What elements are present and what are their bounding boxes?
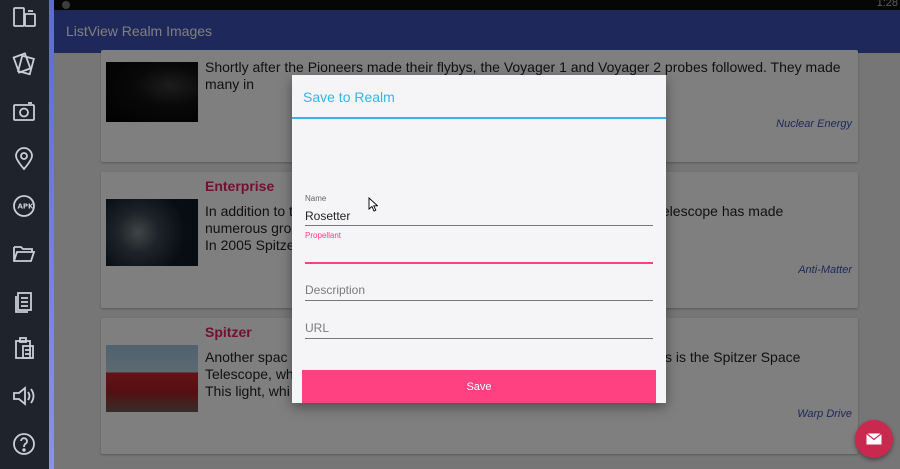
url-underline [305,338,653,339]
save-button[interactable]: Save [302,370,656,403]
help-icon[interactable] [8,428,40,460]
dialog-title: Save to Realm [303,89,395,105]
device-screen: 1:28 ListView Realm Images Shortly after… [54,0,900,469]
description-field[interactable]: Description [305,280,653,304]
emulator-toolbar: APK [0,0,49,469]
apk-install-icon[interactable]: APK [8,190,40,222]
paste-icon[interactable] [8,332,40,364]
rotate-screen-icon[interactable] [8,2,40,34]
mail-icon [866,433,882,445]
location-icon[interactable] [8,143,40,175]
svg-text:APK: APK [18,203,35,211]
name-field[interactable]: Name Rosetter [305,193,653,227]
name-value[interactable]: Rosetter [305,209,350,223]
propellant-underline [305,262,653,264]
copy-icon[interactable] [8,285,40,317]
name-label: Name [305,194,327,203]
description-hint: Description [305,283,366,297]
save-dialog: Save to Realm Name Rosetter Propellant D… [292,75,666,403]
url-hint: URL [305,321,330,335]
dialog-divider [292,117,666,119]
folder-icon[interactable] [8,238,40,270]
description-underline [305,300,653,301]
multi-instance-icon[interactable] [8,48,40,80]
propellant-field[interactable]: Propellant [305,230,653,266]
camera-icon[interactable] [8,96,40,128]
url-field[interactable]: URL [305,318,653,342]
mouse-cursor-icon [368,197,378,212]
volume-icon[interactable] [8,380,40,412]
name-underline [305,225,653,226]
mail-fab[interactable] [855,420,893,458]
propellant-label: Propellant [305,231,342,240]
